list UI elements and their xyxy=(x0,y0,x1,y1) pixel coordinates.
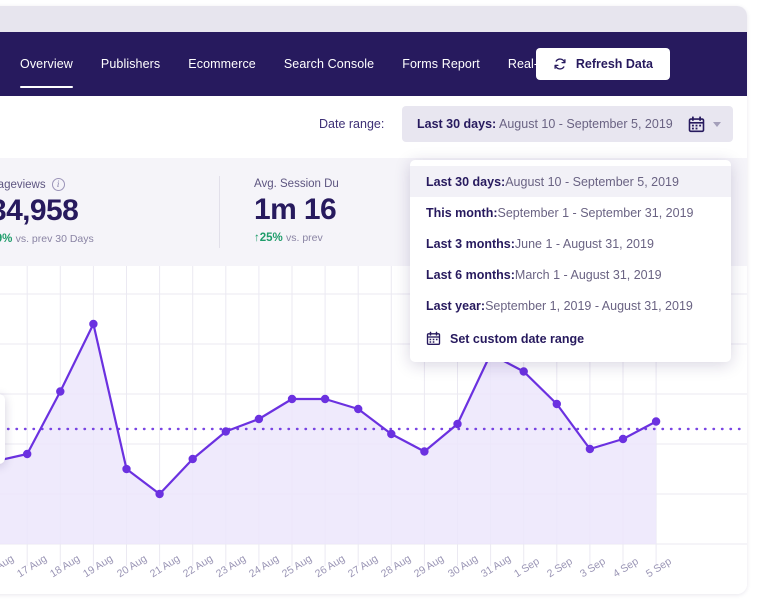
nav-item-label: Search Console xyxy=(284,57,374,71)
date-range-label: Date range: xyxy=(319,117,384,131)
dropdown-item-set-custom-date-range[interactable]: Set custom date range xyxy=(410,323,731,354)
dropdown-item-last-3-months[interactable]: Last 3 months: June 1 - August 31, 2019 xyxy=(410,228,731,259)
dropdown-item-prefix: Last 3 months: xyxy=(426,237,515,251)
dropdown-item-last-year[interactable]: Last year: September 1, 2019 - August 31… xyxy=(410,290,731,321)
stat-label: Avg. Session Du xyxy=(254,178,339,190)
calendar-icon xyxy=(426,331,441,346)
date-range-selected-text: Last 30 days: August 10 - September 5, 2… xyxy=(417,117,673,131)
dropdown-item-prefix: This month: xyxy=(426,206,498,220)
nav-item-label: Forms Report xyxy=(402,57,480,71)
dropdown-item-value: June 1 - August 31, 2019 xyxy=(515,237,654,251)
nav-item-ecommerce[interactable]: Ecommerce xyxy=(188,51,256,77)
dropdown-item-value: August 10 - September 5, 2019 xyxy=(505,175,679,189)
stat-comparison: vs. prev xyxy=(286,232,323,244)
stat-label-wrapper: Pageviews i xyxy=(0,178,219,191)
stat-delta: ↑9% vs. prev 30 Days xyxy=(0,233,219,245)
nav-item-overview[interactable]: Overview xyxy=(20,51,73,77)
chart-point-tooltip: 00 ↑5% ssions g 15, 2019 xyxy=(0,394,5,464)
dropdown-item-value: March 1 - August 31, 2019 xyxy=(515,268,662,282)
main-navbar: Overview Publishers Ecommerce Search Con… xyxy=(0,32,747,96)
date-range-selected-prefix: Last 30 days: xyxy=(417,117,496,131)
refresh-icon xyxy=(553,57,567,71)
nav-links: Overview Publishers Ecommerce Search Con… xyxy=(20,32,566,96)
dropdown-item-last-30-days[interactable]: Last 30 days: August 10 - September 5, 2… xyxy=(410,166,731,197)
info-icon[interactable]: i xyxy=(52,178,65,191)
analytics-dashboard-screen: Overview Publishers Ecommerce Search Con… xyxy=(0,0,757,600)
stat-delta-value: 9% xyxy=(0,233,12,245)
page-header-row: rt Date range: Last 30 days: August 10 -… xyxy=(0,96,747,156)
calendar-icon[interactable] xyxy=(688,116,705,133)
dropdown-item-value: September 1, 2019 - August 31, 2019 xyxy=(485,299,693,313)
nav-item-search-console[interactable]: Search Console xyxy=(284,51,374,77)
date-range-dropdown-menu: Last 30 days: August 10 - September 5, 2… xyxy=(410,160,731,362)
stat-value: 34,958 xyxy=(0,194,219,228)
dropdown-item-prefix: Last 30 days: xyxy=(426,175,505,189)
dropdown-custom-label: Set custom date range xyxy=(450,332,584,346)
dropdown-item-prefix: Last 6 months: xyxy=(426,268,515,282)
nav-item-label: Ecommerce xyxy=(188,57,256,71)
stat-comparison: vs. prev 30 Days xyxy=(16,233,94,245)
nav-item-label: Overview xyxy=(20,57,73,71)
dropdown-item-last-6-months[interactable]: Last 6 months: March 1 - August 31, 2019 xyxy=(410,259,731,290)
nav-item-publishers[interactable]: Publishers xyxy=(101,51,160,77)
date-range-select[interactable]: Last 30 days: August 10 - September 5, 2… xyxy=(402,106,733,142)
date-range-controls xyxy=(688,116,721,133)
dropdown-item-this-month[interactable]: This month: September 1 - September 31, … xyxy=(410,197,731,228)
dropdown-item-prefix: Last year: xyxy=(426,299,485,313)
stat-label: Pageviews xyxy=(0,179,46,191)
nav-item-forms-report[interactable]: Forms Report xyxy=(402,51,480,77)
date-range-selected-value: August 10 - September 5, 2019 xyxy=(496,117,673,131)
window-top-strip xyxy=(0,6,747,32)
dropdown-item-value: September 1 - September 31, 2019 xyxy=(498,206,694,220)
refresh-data-label: Refresh Data xyxy=(576,57,653,71)
stat-delta-value: 25% xyxy=(260,232,283,244)
refresh-data-button[interactable]: Refresh Data xyxy=(536,48,670,80)
stat-card-pageviews: Pageviews i 34,958 ↑9% vs. prev 30 Days xyxy=(0,176,219,248)
nav-item-label: Publishers xyxy=(101,57,160,71)
chevron-down-icon[interactable] xyxy=(713,122,721,127)
page-card: Overview Publishers Ecommerce Search Con… xyxy=(0,6,747,594)
